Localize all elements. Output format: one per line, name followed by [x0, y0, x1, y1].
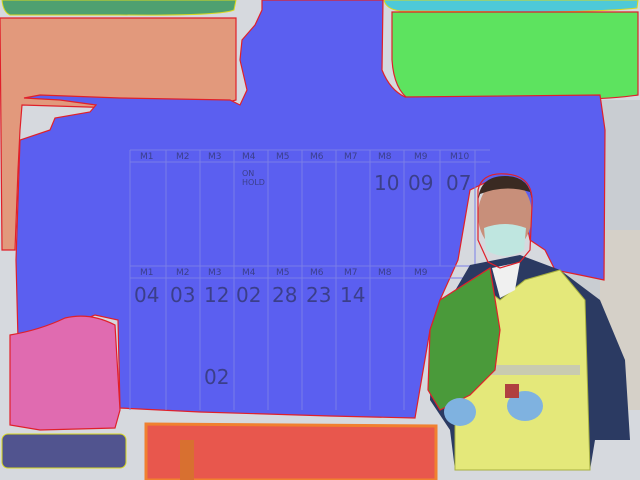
board-header-top-cell: M9 — [414, 152, 428, 162]
photo-scene: M1 M2 M3 M4 M5 M6 M7 M8 M9 M10 M1 M2 M3 M4 M5 M6 M7 M8 M9 1… — [0, 0, 640, 480]
board-bottom-number: 28 — [272, 283, 297, 307]
board-note: HOLD — [242, 178, 265, 187]
board-bottom-number: 04 — [134, 283, 159, 307]
board-bottom-number: 02 — [236, 283, 261, 307]
board-header-bottom-cell: M1 — [140, 268, 154, 278]
board-bottom-number: 03 — [170, 283, 195, 307]
green-region — [391, 11, 639, 101]
board-top-number: 10 — [374, 171, 399, 195]
board-header-top-cell: M6 — [310, 152, 324, 162]
board-header-bottom-cell: M6 — [310, 268, 324, 278]
segmentation-image: M1 M2 M3 M4 M5 M6 M7 M8 M9 M10 M1 M2 M3 M4 M5 M6 M7 M8 M9 1… — [0, 0, 640, 480]
board-header-bottom-cell: M4 — [242, 268, 256, 278]
board-bottom-number: 12 — [204, 283, 229, 307]
top-green-strip — [1, 0, 237, 16]
red-region-stripe — [180, 440, 194, 480]
board-header-top-cell: M1 — [140, 152, 154, 162]
board-note: ON — [242, 169, 254, 178]
board-header-bottom-cell: M3 — [208, 268, 222, 278]
board-bottom-number: 23 — [306, 283, 331, 307]
face-mask — [484, 224, 526, 256]
board-header-top-cell: M8 — [378, 152, 392, 162]
board-header-top-cell: M2 — [176, 152, 190, 162]
pink-region — [9, 315, 121, 431]
board-header-top-cell: M3 — [208, 152, 222, 162]
board-top-number: 07 — [446, 171, 471, 195]
board-header-bottom-cell: M9 — [414, 268, 428, 278]
board-header-top-cell: M7 — [344, 152, 358, 162]
board-extra-number: 02 — [204, 365, 229, 389]
board-header-bottom-cell: M8 — [378, 268, 392, 278]
board-bottom-number: 14 — [340, 283, 365, 307]
pallet-region — [1, 433, 127, 469]
board-header-top-cell: M5 — [276, 152, 290, 162]
scanner-device — [505, 384, 519, 398]
left-glove — [444, 398, 476, 426]
top-cyan-strip — [383, 0, 639, 13]
board-header-bottom-cell: M7 — [344, 268, 358, 278]
board-header-top-cell: M4 — [242, 152, 256, 162]
board-top-number: 09 — [408, 171, 433, 195]
board-header-top-cell: M10 — [450, 152, 469, 162]
board-header-bottom-cell: M2 — [176, 268, 190, 278]
board-header-bottom-cell: M5 — [276, 268, 290, 278]
